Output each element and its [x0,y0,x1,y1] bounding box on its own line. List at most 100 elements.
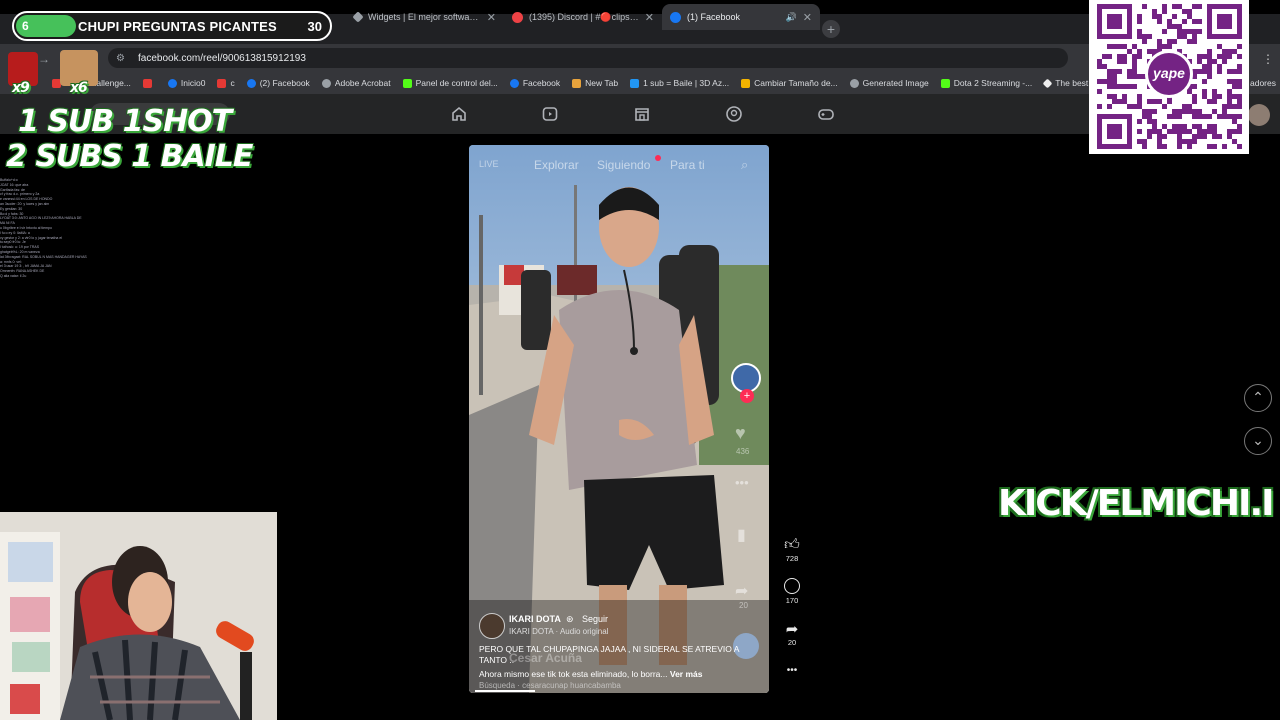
verified-icon: ⊛ [566,614,574,624]
bookmark-icon: ▮ [737,527,746,544]
bookmark[interactable]: Inicio0 [167,78,205,88]
facebook-icon [509,78,519,88]
bookmark[interactable]: (2) Facebook [246,78,310,88]
share-icon: ➦ [785,621,799,638]
tab-widgets[interactable]: Widgets | El mejor software pa ✕ [346,4,504,30]
reel-subcaption: Ahora mismo ese tik tok esta eliminado, … [479,669,703,679]
emote-multiplier: x9 [12,80,30,96]
follow-button[interactable]: Seguir [582,614,608,624]
discord-icon [512,11,523,23]
bookmark-icon [741,78,751,88]
bookmark[interactable]: Dota 2 Streaming -... [940,78,1032,88]
stream-chat: Buffalo+d:o JOAT 16: que atra Garifada f… [0,178,90,279]
new-tab-button[interactable]: + [822,20,840,38]
new-tab-icon [572,78,582,88]
bookmark-folder-label[interactable]: adores [1250,78,1276,88]
reel-tab-siguiendo: Siguiendo [597,158,651,172]
question-counter-bar: 6 CHUPI PREGUNTAS PICANTES 30 [12,11,332,41]
kick-icon [940,78,950,88]
bookmark[interactable] [142,78,156,88]
embedded-share-count: 20 [739,601,748,610]
forward-icon[interactable]: → [38,52,50,66]
comment-button[interactable]: 170 [777,578,807,605]
share-icon: ➦ [735,583,749,600]
video-frame [469,145,769,693]
menu-icon[interactable]: ⋮ [1262,52,1274,66]
reel-tab-para-ti: Para ti [670,158,705,172]
chat-line: Q alia vatar: il 2u [0,273,27,278]
chat-line: lat 3fb:ragaxt: RAL SOBUL N MAS HANDAGER… [0,254,87,259]
tab-title: (1395) Discord | #🔴clips-mem [529,11,639,22]
bookmark[interactable]: Facebook [509,78,560,88]
counter-count: 6 [16,15,76,37]
speaker-icon[interactable]: 🔊 [786,12,797,23]
chatbot-icon [1042,78,1053,88]
live-icon: LIVE [479,159,499,169]
previous-reel-button[interactable]: ⌃ [1244,384,1272,412]
globe-icon [321,78,331,88]
bookmark-icon [849,78,859,88]
widgets-favicon-icon [352,11,364,23]
yape-logo: yape [1145,50,1193,98]
bookmark[interactable]: Adobe Acrobat [321,78,391,88]
site-info-icon[interactable]: ⚙ [116,53,128,64]
close-icon[interactable]: ✕ [803,11,812,24]
kick-channel-label: KICK/ELMICHI.I [998,483,1275,524]
facebook-icon [246,78,256,88]
bookmark-icon [630,78,640,88]
tab-title: (1) Facebook [687,12,741,22]
facebook-icon [167,78,177,88]
webcam-feed [0,512,277,720]
like-icon: 👍︎ [784,536,800,553]
watermark-text: Cesar Acuña [509,651,582,665]
like-button[interactable]: 👍︎ 728 [777,536,807,563]
tab-facebook[interactable]: (1) Facebook 🔊 ✕ [662,4,820,30]
author-name[interactable]: IKARI DOTA [509,614,561,624]
reel-tab-explorar: Explorar [534,158,579,172]
notification-dot [655,155,661,161]
search-suggestion: Búsqueda · cesaracunap huancabamba [479,681,621,690]
facebook-icon [670,11,681,23]
sub-goal-line2: 2 SUBS 1 BAILE [6,139,253,174]
home-icon[interactable] [450,105,468,123]
comment-count: 170 [785,596,799,605]
embedded-like-count: 436 [736,447,750,456]
more-options-button[interactable]: ••• [777,665,807,676]
bookmarks-bar: FA challenge... Inicio0 c (2) Facebook A… [0,72,1280,95]
bookmark[interactable]: Cambiar Tamaño de... [741,78,838,88]
yape-qr-code: yape [1089,0,1249,154]
progress-bar[interactable] [475,690,535,692]
emote-multiplier: x6 [70,80,88,96]
marketplace-icon[interactable] [633,105,651,123]
groups-icon[interactable] [725,105,743,123]
tab-discord[interactable]: (1395) Discord | #🔴clips-mem ✕ [504,4,662,30]
close-icon[interactable]: ✕ [645,11,654,24]
youtube-icon [142,78,152,88]
youtube-icon [217,78,227,88]
avatar[interactable] [1248,104,1270,126]
audio-label[interactable]: IKARI DOTA · Audio original [509,627,608,636]
close-icon[interactable]: ✕ [487,11,496,24]
share-button[interactable]: ➦ 20 [777,620,807,647]
gaming-icon[interactable] [817,105,835,123]
next-reel-button[interactable]: ⌄ [1244,427,1272,455]
bookmark[interactable]: New Tab [572,78,618,88]
author-avatar[interactable] [479,613,505,639]
kick-icon [402,78,412,88]
search-icon: ⌕ [741,157,749,172]
bookmark[interactable]: 1 sub = Baile | 3D Az... [630,78,729,88]
share-count: 20 [787,638,797,647]
tab-title: Widgets | El mejor software pa [368,12,481,22]
address-bar[interactable]: ⚙ facebook.com/reel/900613815912193 [108,48,1068,68]
heart-icon: ♥ [735,423,746,443]
counter-label: CHUPI PREGUNTAS PICANTES [78,18,277,34]
like-count: 728 [785,554,799,563]
reel-video[interactable]: LIVE Explorar Siguiendo Para ti ⌕ + ♥ 43… [469,145,769,693]
bookmark[interactable]: Generated Image [849,78,929,88]
url-text: facebook.com/reel/900613815912193 [138,52,306,64]
reels-icon[interactable] [541,105,559,123]
bookmark[interactable]: c [217,78,235,88]
bookmark[interactable]: Panel de control del... [402,78,498,88]
see-more-link[interactable]: Ver más [670,669,703,679]
counter-value: 30 [307,18,322,34]
